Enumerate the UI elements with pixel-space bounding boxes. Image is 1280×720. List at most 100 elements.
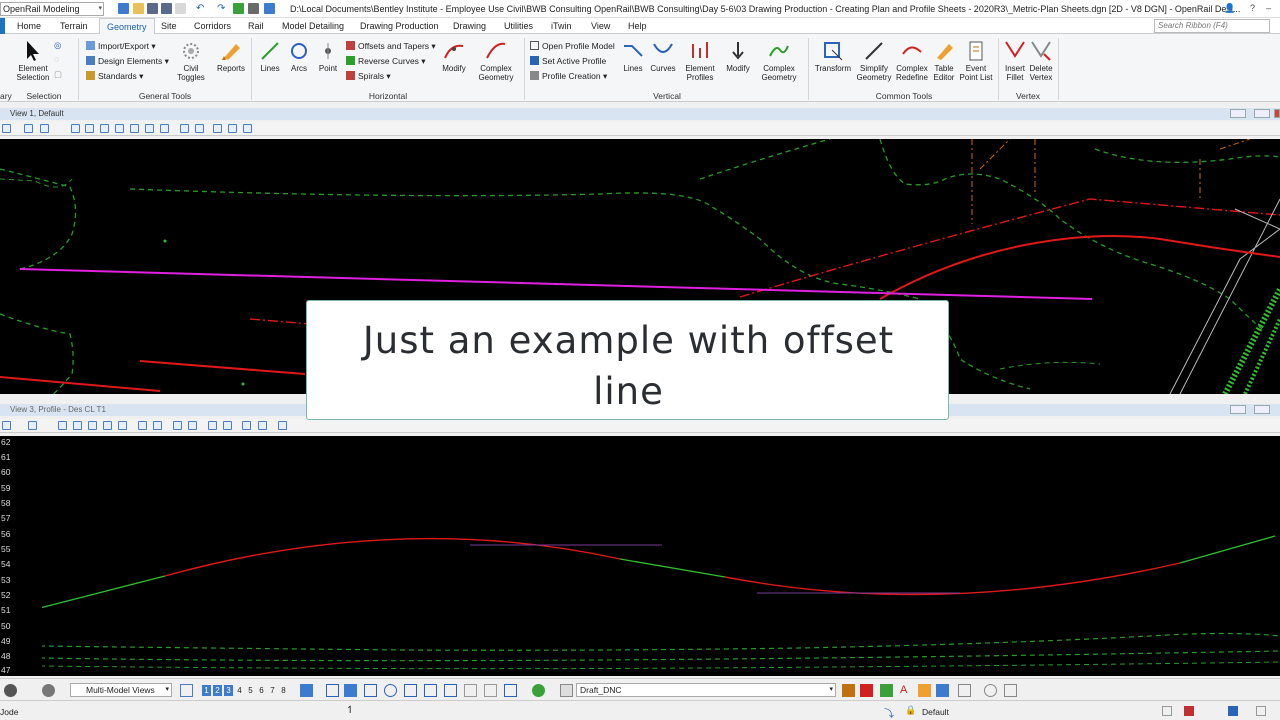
display-style-icon[interactable]: [42, 684, 55, 697]
pan-view-icon[interactable]: [153, 421, 162, 430]
color-picker-icon[interactable]: [842, 684, 855, 697]
profile-grid-icon[interactable]: [258, 421, 267, 430]
reports-button[interactable]: Reports: [214, 40, 248, 73]
accudraw-icon[interactable]: [4, 684, 17, 697]
pencil-icon[interactable]: [918, 684, 931, 697]
profile-creation-button[interactable]: Profile Creation ▾: [530, 71, 607, 82]
clip-mask-icon[interactable]: [228, 124, 237, 133]
fit-view-icon[interactable]: [118, 421, 127, 430]
tab-terrain[interactable]: Terrain: [60, 21, 88, 31]
levels-icon[interactable]: [40, 124, 49, 133]
tab-corridors[interactable]: Corridors: [194, 21, 231, 31]
h-modify-button[interactable]: Modify: [436, 40, 472, 73]
open-profile-model-button[interactable]: Open Profile Model: [530, 41, 615, 51]
view-windows-icon[interactable]: [180, 684, 193, 697]
workflow-selector[interactable]: OpenRail Modeling ▾: [0, 2, 104, 16]
gear-icon[interactable]: [118, 3, 129, 14]
view-toggle-8[interactable]: 8: [279, 685, 288, 696]
line-style-icon[interactable]: [958, 684, 971, 697]
offsets-tapers-button[interactable]: Offsets and Tapers ▾: [346, 41, 436, 52]
search-ribbon-input[interactable]: Search Ribbon (F4): [1154, 19, 1270, 33]
view-toggle-7[interactable]: 7: [268, 685, 277, 696]
rotate-view-icon[interactable]: [145, 124, 154, 133]
exaggeration-icon[interactable]: [242, 421, 251, 430]
sync-icon[interactable]: [233, 3, 244, 14]
tab-site[interactable]: Site: [161, 21, 177, 31]
redo-icon[interactable]: ↷: [217, 3, 228, 14]
simplify-geometry-button[interactable]: Simplify Geometry: [856, 40, 892, 82]
civil-toggles-button[interactable]: Civil Toggles: [170, 40, 212, 82]
tab-rail[interactable]: Rail: [248, 21, 264, 31]
view1-close-icon[interactable]: [1274, 109, 1280, 118]
close-x-icon[interactable]: [300, 684, 313, 697]
tab-geometry[interactable]: Geometry: [99, 18, 155, 35]
save-status-icon[interactable]: [1228, 706, 1238, 716]
snap-keypoint-icon[interactable]: [504, 684, 517, 697]
print-icon[interactable]: [248, 3, 259, 14]
view-toggle-1[interactable]: 1: [202, 685, 211, 696]
v-complex-geometry-button[interactable]: Complex Geometry: [756, 40, 802, 82]
zoom-out-icon[interactable]: [100, 124, 109, 133]
active-level-selector[interactable]: Draft_DNC ▾: [576, 683, 836, 697]
open-folder-icon[interactable]: [133, 3, 144, 14]
view-attributes-icon[interactable]: [2, 124, 11, 133]
view1-minimize-icon[interactable]: [1230, 109, 1246, 118]
event-point-list-button[interactable]: Event Point List: [958, 40, 994, 82]
copy-view-icon[interactable]: [223, 421, 232, 430]
snap-tangent-icon[interactable]: [424, 684, 437, 697]
display-style-icon[interactable]: [24, 124, 33, 133]
standards-button[interactable]: Standards ▾: [86, 71, 143, 82]
measure-icon[interactable]: [936, 684, 949, 697]
view-toggle-2[interactable]: 2: [213, 685, 222, 696]
tab-drawing[interactable]: Drawing: [453, 21, 486, 31]
view3-maximize-icon[interactable]: [1254, 405, 1270, 414]
snap-nearest-icon[interactable]: [364, 684, 377, 697]
attributes-gear-icon[interactable]: [984, 684, 997, 697]
snap-perpendicular-icon[interactable]: [464, 684, 477, 697]
delete-vertex-button[interactable]: Delete Vertex: [1028, 40, 1054, 82]
tab-itwin[interactable]: iTwin: [551, 21, 572, 31]
tab-drawing-production[interactable]: Drawing Production: [360, 21, 439, 31]
fit-view-icon[interactable]: [130, 124, 139, 133]
zoom-in-icon[interactable]: [85, 124, 94, 133]
tab-help[interactable]: Help: [628, 21, 647, 31]
text-style-icon[interactable]: A: [900, 684, 913, 697]
view-previous-icon[interactable]: [180, 124, 189, 133]
save-icon[interactable]: [147, 3, 158, 14]
snap-line-icon[interactable]: [326, 684, 339, 697]
view-toggle-3[interactable]: 3: [224, 685, 233, 696]
fill-color-icon[interactable]: [860, 684, 873, 697]
view-settings-icon[interactable]: [243, 124, 252, 133]
insert-fillet-button[interactable]: Insert Fillet: [1002, 40, 1028, 82]
complex-redefine-button[interactable]: Complex Redefine: [894, 40, 930, 82]
view-attributes-icon[interactable]: [2, 421, 11, 430]
view-toggle-6[interactable]: 6: [257, 685, 266, 696]
undo-icon[interactable]: ↶: [196, 3, 207, 14]
table-editor-button[interactable]: Table Editor: [930, 40, 958, 82]
lock-icon[interactable]: 🔒: [905, 705, 916, 716]
view3-minimize-icon[interactable]: [1230, 405, 1246, 414]
select-all-icon[interactable]: ◎: [54, 40, 61, 51]
help-icon[interactable]: ?: [1250, 3, 1255, 13]
compress-icon[interactable]: [175, 3, 186, 14]
pan-view-icon[interactable]: [160, 124, 169, 133]
view-next-icon[interactable]: [195, 124, 204, 133]
view-toggle-5[interactable]: 5: [246, 685, 255, 696]
update-view-icon[interactable]: [71, 124, 80, 133]
line-weight-icon[interactable]: [880, 684, 893, 697]
tab-model-detailing[interactable]: Model Detailing: [282, 21, 344, 31]
zoom-out-icon[interactable]: [88, 421, 97, 430]
profile-view-canvas[interactable]: [0, 436, 1280, 676]
view-next-icon[interactable]: [188, 421, 197, 430]
v-lines-button[interactable]: Lines: [620, 40, 646, 73]
h-lines-button[interactable]: Lines: [255, 40, 285, 73]
grid-icon[interactable]: [138, 421, 147, 430]
transform-button[interactable]: Transform: [812, 40, 854, 73]
spirals-button[interactable]: Spirals ▾: [346, 71, 391, 82]
h-point-button[interactable]: Point: [313, 40, 343, 73]
tab-view[interactable]: View: [591, 21, 610, 31]
h-arcs-button[interactable]: Arcs: [285, 40, 313, 73]
element-selection-button[interactable]: Element Selection: [14, 40, 52, 82]
element-profiles-button[interactable]: Element Profiles: [680, 40, 720, 82]
tab-utilities[interactable]: Utilities: [504, 21, 533, 31]
